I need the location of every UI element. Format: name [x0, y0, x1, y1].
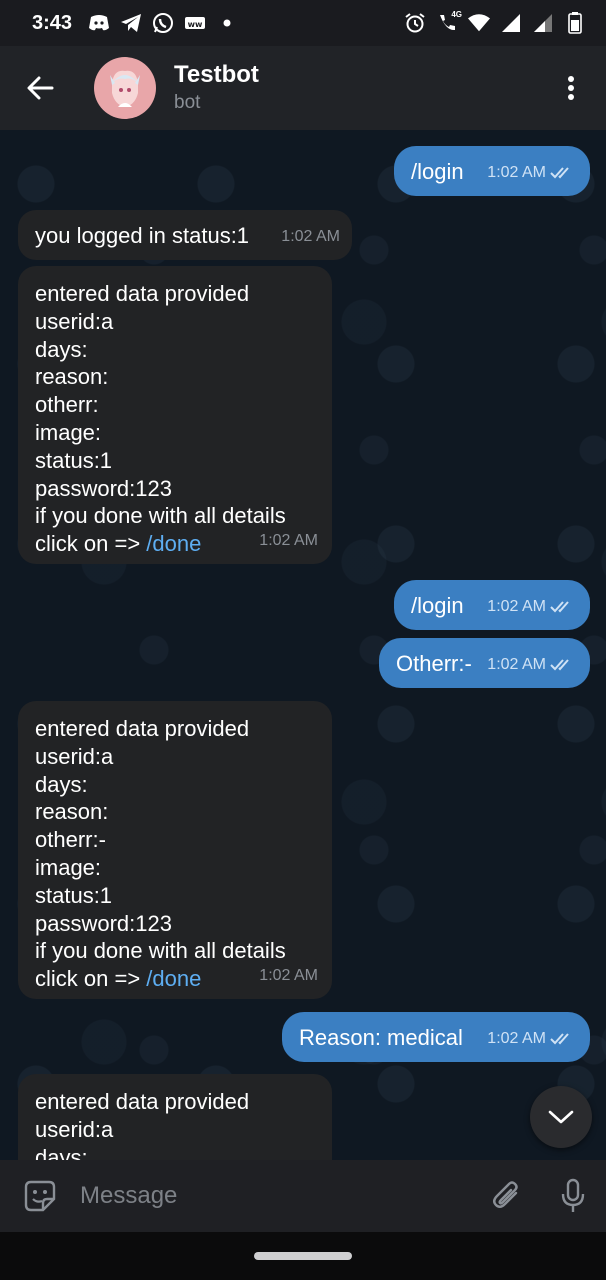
- status-bar: 3:43 ww 4G: [0, 0, 606, 46]
- message-time: 1:02 AM: [487, 164, 546, 182]
- message-text: you logged in status:1: [35, 223, 250, 248]
- message-text: entered data provided userid:a days: rea…: [35, 716, 286, 992]
- message-meta: 1:02 AM: [259, 962, 318, 990]
- double-check-icon: [550, 601, 569, 613]
- message-time: 1:02 AM: [259, 532, 318, 550]
- message-meta: 1:02 AM: [281, 223, 340, 251]
- message-bubble-incoming[interactable]: entered data provided userid:a days: rea…: [18, 701, 332, 999]
- avatar[interactable]: [94, 57, 156, 119]
- system-icons: 4G: [404, 10, 586, 34]
- message-input[interactable]: [80, 1160, 474, 1232]
- message-bubble-outgoing[interactable]: /login 1:02 AM: [394, 146, 590, 196]
- app-icon: ww: [184, 12, 206, 34]
- message-bubble-outgoing[interactable]: Otherr:- 1:02 AM: [379, 638, 590, 688]
- message-meta: 1:02 AM: [487, 1025, 576, 1053]
- message-time: 1:02 AM: [259, 967, 318, 985]
- back-button[interactable]: [0, 46, 80, 130]
- message-text: /login: [411, 159, 464, 184]
- chat-title: Testbot: [174, 61, 259, 88]
- message-bubble-outgoing[interactable]: Reason: medical 1:02 AM: [282, 1012, 590, 1062]
- notification-icons: ww: [88, 12, 238, 34]
- wifi-icon: [468, 12, 490, 34]
- arrow-left-icon: [27, 76, 54, 100]
- message-meta: 1:02 AM: [487, 159, 576, 187]
- message-bubble-incoming[interactable]: you logged in status:1 1:02 AM: [18, 210, 352, 260]
- message-text: entered data provided userid:a days: rea…: [35, 281, 286, 557]
- whatsapp-icon: [152, 12, 174, 34]
- message-bubble-incoming[interactable]: entered data provided userid:a days:: [18, 1074, 332, 1160]
- dot-icon: [216, 12, 238, 34]
- message-text: Otherr:-: [396, 651, 472, 676]
- message-bubble-outgoing[interactable]: /login 1:02 AM: [394, 580, 590, 630]
- svg-text:ww: ww: [188, 20, 203, 29]
- more-menu-button[interactable]: [536, 46, 606, 130]
- message-text: Reason: medical: [299, 1025, 463, 1050]
- signal-icon: [532, 12, 554, 34]
- emoji-button[interactable]: [0, 1160, 80, 1232]
- done-command-link[interactable]: /done: [146, 531, 201, 556]
- chevron-down-icon: [548, 1110, 574, 1124]
- message-meta: 1:02 AM: [487, 593, 576, 621]
- message-time: 1:02 AM: [281, 228, 340, 246]
- message-time: 1:02 AM: [487, 656, 546, 674]
- message-bubble-incoming[interactable]: entered data provided userid:a days: rea…: [18, 266, 332, 564]
- chat-header: Testbot bot: [0, 46, 606, 130]
- microphone-icon: [561, 1178, 585, 1212]
- call-icon: 4G: [436, 10, 462, 34]
- attach-button[interactable]: [474, 1160, 540, 1232]
- double-check-icon: [550, 659, 569, 671]
- message-composer: [0, 1160, 606, 1232]
- home-gesture-handle[interactable]: [254, 1252, 352, 1260]
- message-meta: 1:02 AM: [259, 527, 318, 555]
- scroll-to-bottom-button[interactable]: [530, 1086, 592, 1148]
- chat-area[interactable]: /login 1:02 AM you logged in status:1 1:…: [0, 130, 606, 1160]
- bot-avatar-icon: [110, 70, 140, 107]
- message-time: 1:02 AM: [487, 598, 546, 616]
- alarm-icon: [404, 12, 426, 34]
- chat-subtitle: bot: [174, 92, 201, 113]
- message-text: /login: [411, 593, 464, 618]
- message-meta: 1:02 AM: [487, 651, 576, 679]
- double-check-icon: [550, 1033, 569, 1045]
- voice-message-button[interactable]: [540, 1160, 606, 1232]
- telegram-icon: [120, 12, 142, 34]
- signal-icon: [500, 12, 522, 34]
- system-nav-bar: [0, 1232, 606, 1280]
- status-time: 3:43: [32, 11, 73, 34]
- more-vertical-icon: [568, 76, 574, 100]
- message-text: entered data provided userid:a days:: [35, 1089, 250, 1160]
- battery-icon: [564, 12, 586, 34]
- network-badge: 4G: [451, 10, 462, 19]
- discord-icon: [88, 12, 110, 34]
- message-time: 1:02 AM: [487, 1030, 546, 1048]
- double-check-icon: [550, 167, 569, 179]
- done-command-link[interactable]: /done: [146, 966, 201, 991]
- sticker-icon: [24, 1180, 56, 1212]
- paperclip-icon: [493, 1181, 518, 1208]
- chat-title-block[interactable]: Testbot bot: [174, 60, 259, 116]
